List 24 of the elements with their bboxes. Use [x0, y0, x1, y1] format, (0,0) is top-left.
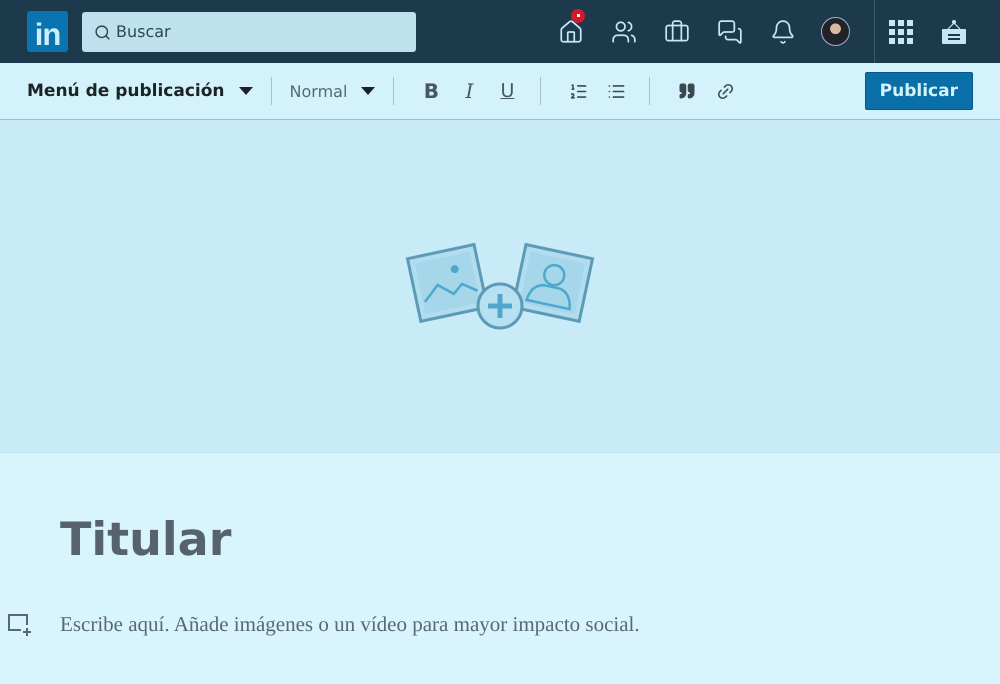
briefcase-icon[interactable] — [664, 18, 690, 44]
hanging-sign-icon[interactable] — [940, 18, 966, 44]
apps-grid-icon[interactable] — [889, 20, 913, 44]
body-field[interactable]: Escribe aquí. Añade imágenes o un vídeo para mayor impacto social. — [58, 611, 762, 638]
headline-field[interactable]: Titular — [58, 511, 662, 567]
chat-icon[interactable] — [716, 18, 742, 44]
logo[interactable]: in — [27, 11, 68, 52]
caret-icon — [361, 87, 376, 95]
italic-button[interactable]: I — [450, 79, 488, 103]
publish-button[interactable]: Publicar — [864, 72, 973, 110]
bold-button[interactable]: B — [412, 79, 450, 103]
people-icon[interactable] — [610, 18, 636, 44]
text-style-dropdown[interactable]: Normal — [290, 82, 390, 100]
underline-button[interactable]: U — [488, 80, 526, 102]
home-icon[interactable] — [558, 18, 584, 44]
bell-icon[interactable] — [770, 18, 796, 44]
publication-menu[interactable]: Menú de publicación — [27, 81, 267, 101]
search-field[interactable]: Buscar — [82, 12, 416, 52]
search-icon — [94, 24, 111, 40]
avatar[interactable] — [821, 17, 850, 46]
add-block-icon[interactable] — [7, 612, 33, 636]
caret-icon — [238, 87, 253, 95]
quote-icon[interactable] — [678, 82, 696, 100]
numbered-list-icon[interactable] — [568, 82, 588, 100]
